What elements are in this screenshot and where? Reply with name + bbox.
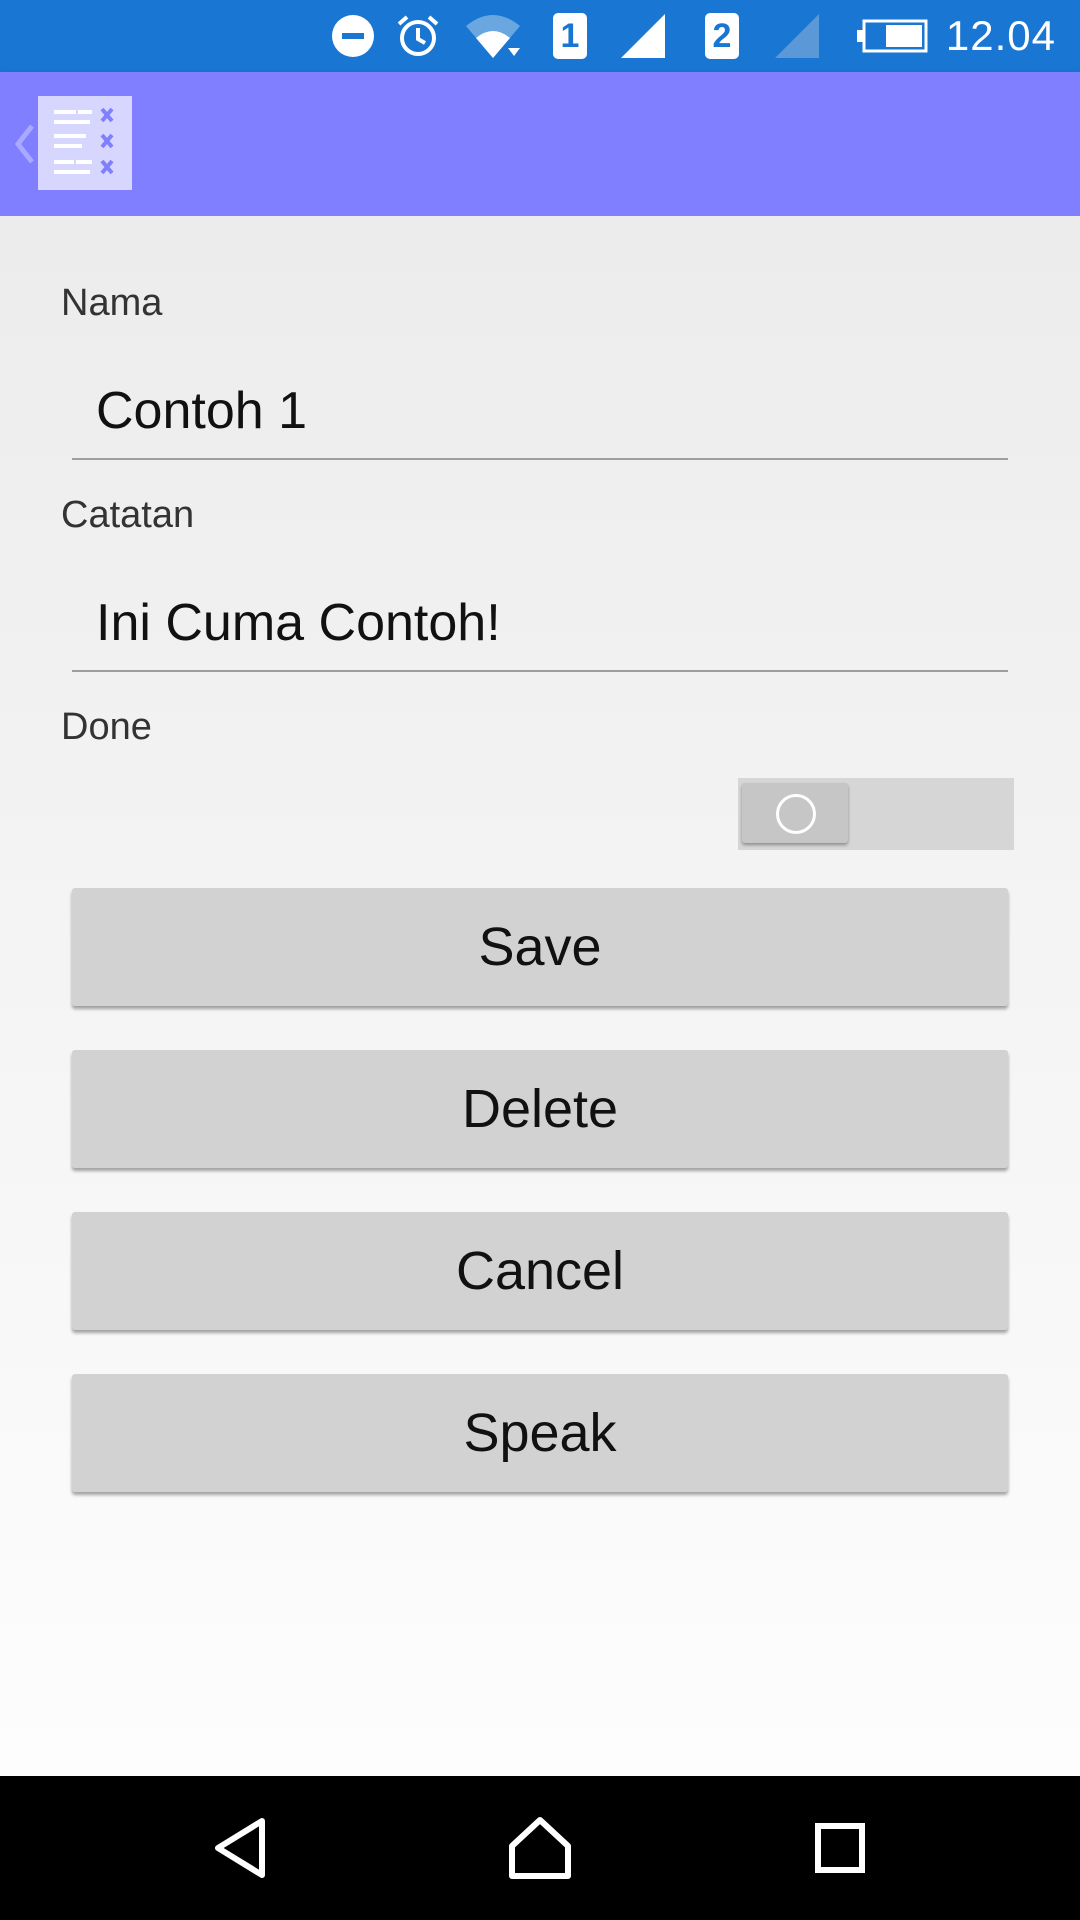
- signal-icon: [772, 12, 822, 60]
- catatan-label: Catatan: [61, 494, 195, 536]
- app-logo-icon[interactable]: [38, 96, 132, 190]
- home-icon[interactable]: [490, 1798, 590, 1898]
- signal-icon: [618, 12, 668, 60]
- sim-1-icon: 1: [552, 12, 588, 60]
- do-not-disturb-icon: [330, 12, 376, 60]
- save-button[interactable]: Save: [72, 888, 1008, 1006]
- status-bar: 1 2 12.04: [0, 0, 1080, 72]
- wifi-icon: [464, 12, 522, 60]
- back-chevron-icon[interactable]: [10, 112, 38, 176]
- alarm-icon: [394, 12, 442, 60]
- sim-2-icon: 2: [704, 12, 740, 60]
- speak-button[interactable]: Speak: [72, 1374, 1008, 1492]
- catatan-input[interactable]: [72, 576, 1008, 672]
- nama-input[interactable]: [72, 364, 1008, 460]
- navigation-bar: [0, 1776, 1080, 1920]
- status-time: 12.04: [945, 12, 1056, 59]
- recents-icon[interactable]: [790, 1798, 890, 1898]
- done-toggle[interactable]: [738, 778, 1014, 850]
- toggle-thumb[interactable]: [742, 783, 848, 843]
- toggle-off-icon: [776, 794, 816, 834]
- app-bar: [0, 72, 1080, 216]
- done-label: Done: [61, 706, 152, 748]
- form-content: Nama Catatan Done Save Delete Cancel Spe…: [0, 216, 1080, 1776]
- battery-icon: [856, 12, 928, 60]
- nama-label: Nama: [61, 282, 163, 324]
- cancel-button[interactable]: Cancel: [72, 1212, 1008, 1330]
- back-triangle-icon[interactable]: [190, 1798, 290, 1898]
- delete-button[interactable]: Delete: [72, 1050, 1008, 1168]
